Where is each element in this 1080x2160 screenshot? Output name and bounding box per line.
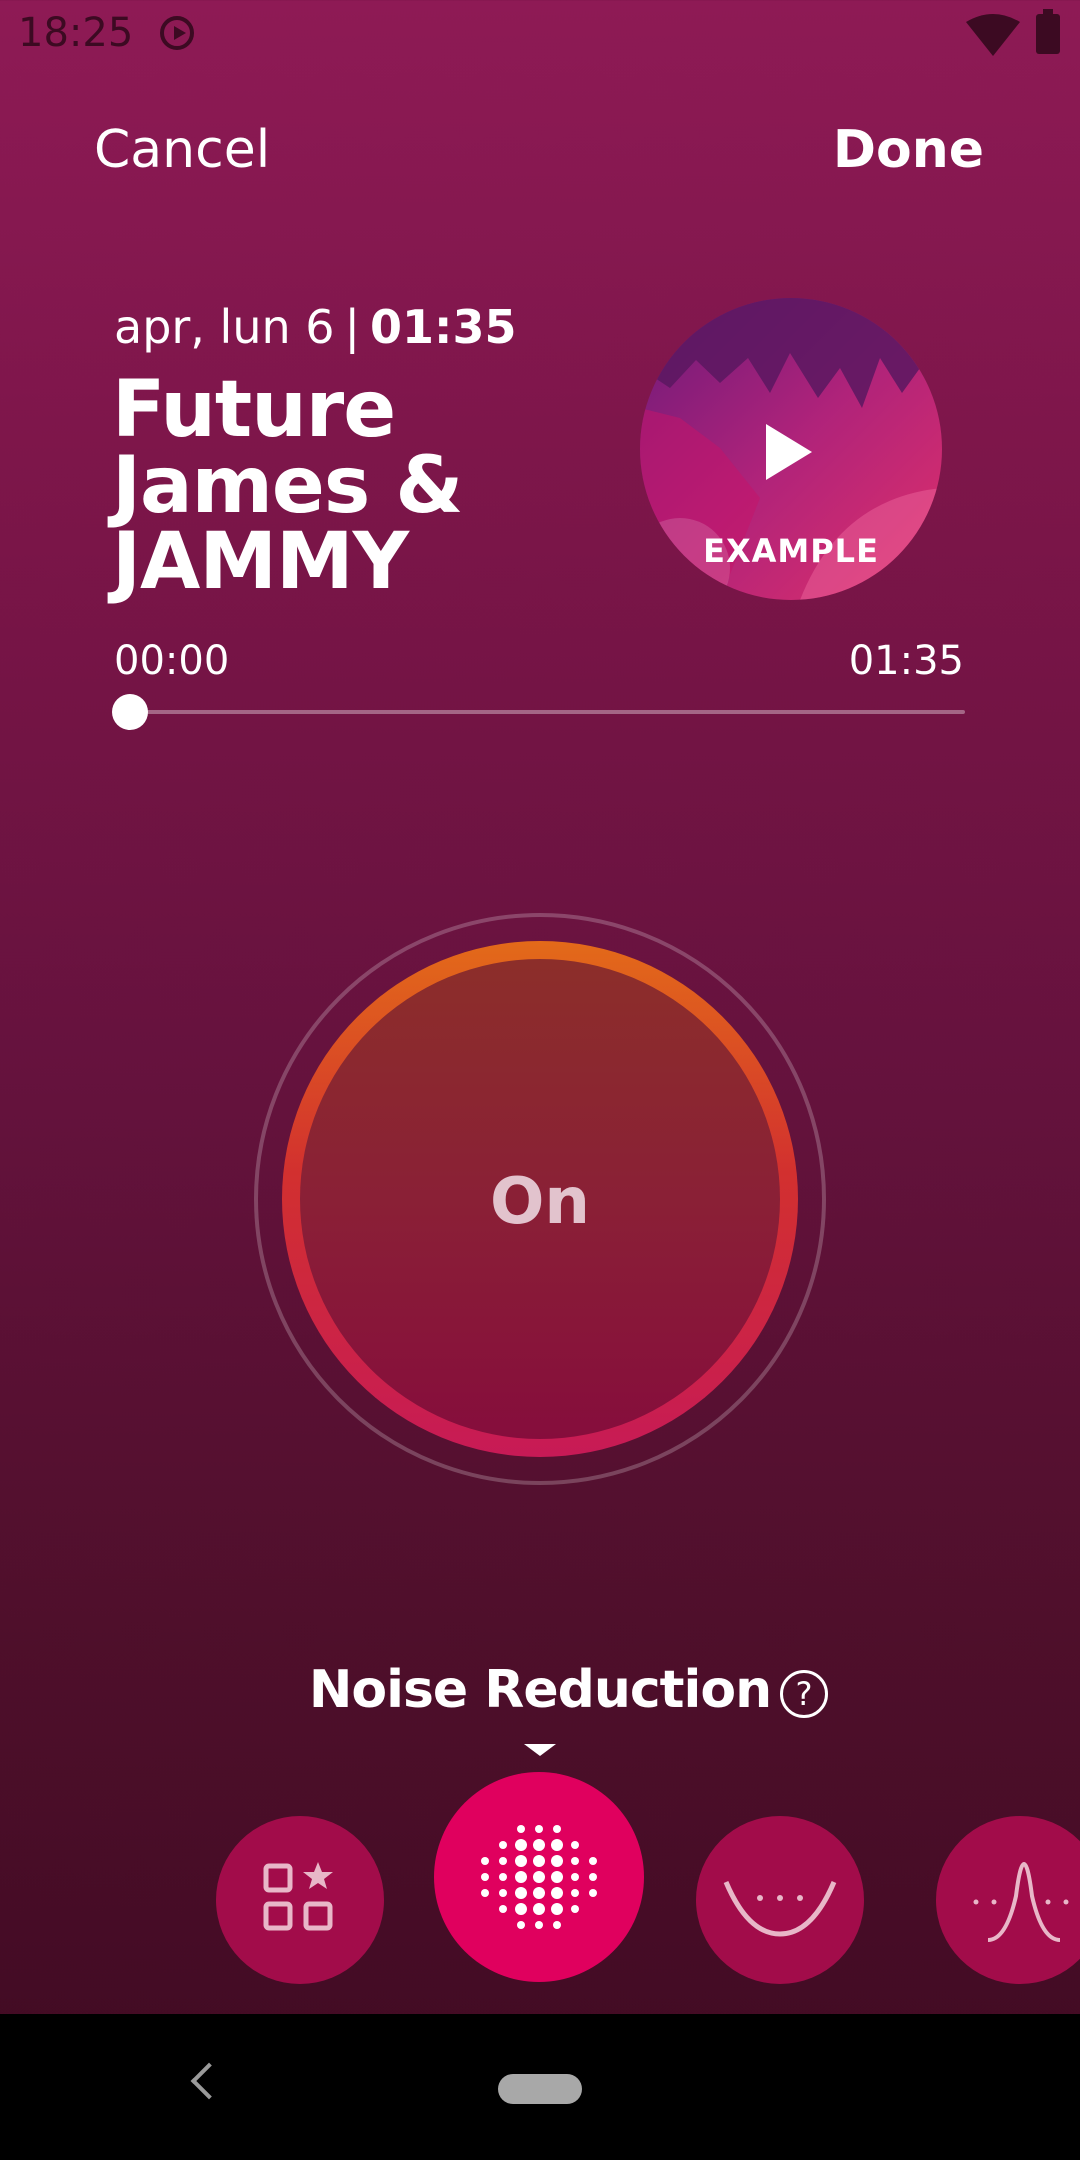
progress-handle[interactable] [112, 694, 148, 730]
noise-dot [499, 1873, 507, 1881]
noise-dot [533, 1903, 545, 1915]
noise-dot [499, 1889, 507, 1897]
wifi-icon [966, 14, 1020, 56]
home-icon[interactable] [498, 2074, 582, 2104]
presets-icon [263, 1862, 333, 1931]
noise-dot [533, 1887, 545, 1899]
media-playing-icon [160, 16, 194, 50]
noise-dot [589, 1889, 597, 1897]
peak-filter-button[interactable] [936, 1816, 1080, 1984]
noise-dot [515, 1855, 527, 1867]
noise-dot [533, 1855, 545, 1867]
noise-dot [499, 1857, 507, 1865]
toggle-label: On [490, 1165, 590, 1239]
noise-dot [589, 1857, 597, 1865]
noise-dot [571, 1873, 579, 1881]
noise-dot [533, 1839, 545, 1851]
noise-dot [515, 1903, 527, 1915]
noise-dot [535, 1921, 543, 1929]
selection-pointer-icon [524, 1744, 556, 1756]
low-cut-icon [723, 1881, 837, 1937]
noise-dot [571, 1889, 579, 1897]
cancel-button[interactable]: Cancel [94, 120, 270, 180]
noise-dot [571, 1857, 579, 1865]
status-time: 18:25 [18, 10, 134, 56]
noise-dot [517, 1921, 525, 1929]
noise-reduction-button[interactable] [434, 1772, 644, 1982]
recording-duration: 01:35 [370, 300, 517, 354]
noise-dot [481, 1873, 489, 1881]
recording-date-line: apr, lun 6 | 01:35 [114, 300, 516, 354]
noise-dot [571, 1905, 579, 1913]
noise-dot [481, 1889, 489, 1897]
noise-dot [499, 1841, 507, 1849]
battery-icon [1036, 9, 1060, 54]
noise-dot [535, 1825, 543, 1833]
noise-dot [551, 1855, 563, 1867]
peak-filter-icon [973, 1861, 1069, 1942]
noise-reduction-icon [481, 1825, 597, 1929]
recording-title: Future James & JAMMY [112, 365, 463, 607]
example-thumbnail[interactable]: EXAMPLE [640, 298, 942, 600]
presets-button[interactable] [216, 1816, 384, 1984]
noise-dot [589, 1873, 597, 1881]
noise-dot [533, 1871, 545, 1883]
noise-dot [515, 1871, 527, 1883]
noise-dot [481, 1857, 489, 1865]
noise-dot [551, 1871, 563, 1883]
noise-reduction-toggle[interactable]: On [282, 941, 798, 1457]
date-separator: | [344, 300, 361, 354]
mode-label: Noise Reduction [308, 1660, 772, 1720]
recording-date: apr, lun 6 [114, 300, 335, 354]
done-button[interactable]: Done [833, 120, 984, 180]
thumbnail-label: EXAMPLE [703, 532, 879, 570]
noise-dot [551, 1903, 563, 1915]
total-time: 01:35 [848, 638, 964, 684]
noise-dot [515, 1839, 527, 1851]
play-icon [766, 424, 812, 480]
progress-track[interactable] [130, 710, 965, 714]
noise-dot [551, 1887, 563, 1899]
noise-dot [553, 1921, 561, 1929]
noise-dot [515, 1887, 527, 1899]
noise-dot [571, 1841, 579, 1849]
noise-dot [517, 1825, 525, 1833]
noise-dot [551, 1839, 563, 1851]
noise-dot [553, 1825, 561, 1833]
noise-dot [499, 1905, 507, 1913]
current-time: 00:00 [114, 638, 230, 684]
low-cut-button[interactable] [696, 1816, 864, 1984]
help-icon[interactable]: ? [780, 1670, 828, 1718]
